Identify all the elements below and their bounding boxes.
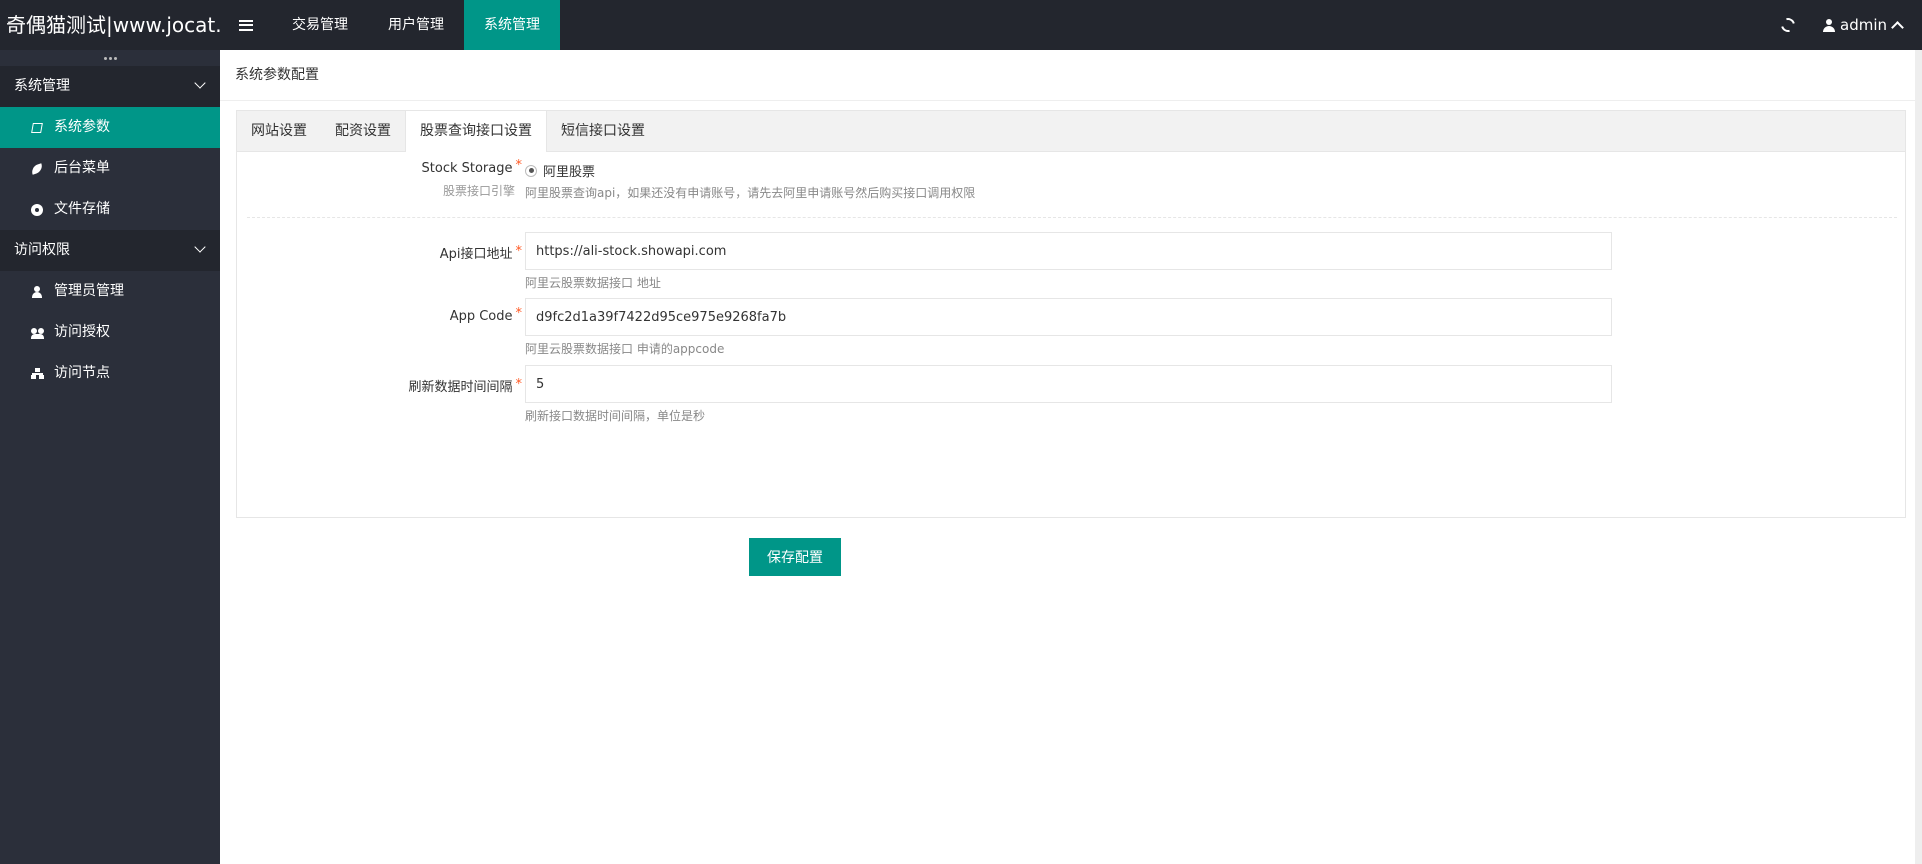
sidebar-group-system[interactable]: 系统管理 — [0, 66, 220, 107]
sidebar-item-system-params[interactable]: 系统参数 — [0, 107, 220, 148]
chevron-up-icon — [1891, 20, 1904, 34]
sidebar-group-label: 访问权限 — [14, 242, 70, 258]
storage-radio-ali[interactable]: 阿里股票 — [525, 161, 595, 180]
sidebar: 系统管理 系统参数 后台菜单 文件存储 访问权限 管理员管理 访问授权 访问节点 — [0, 50, 220, 864]
config-card: 网站设置 配资设置 股票查询接口设置 短信接口设置 Stock Storage *… — [236, 110, 1906, 518]
top-header: 奇偶猫测试|www.jocat.cn 交易管理 用户管理 系统管理 admin — [0, 0, 1922, 50]
refresh-icon — [1778, 15, 1798, 35]
app-code-label: App Code * — [449, 306, 523, 324]
menu-toggle-button[interactable] — [226, 0, 266, 50]
tab-sms-api-settings[interactable]: 短信接口设置 — [547, 111, 659, 151]
api-url-input[interactable] — [525, 232, 1612, 270]
sidebar-item-label: 访问节点 — [54, 365, 110, 381]
tab-margin-settings[interactable]: 配资设置 — [321, 111, 405, 151]
sidebar-group-access[interactable]: 访问权限 — [0, 230, 220, 271]
sidebar-collapse-handle[interactable] — [0, 50, 220, 66]
dot-circle-icon — [31, 204, 43, 216]
sidebar-item-label: 系统参数 — [54, 119, 110, 135]
app-code-input[interactable] — [525, 298, 1612, 336]
required-mark: * — [515, 158, 523, 173]
user-name: admin — [1840, 16, 1887, 34]
top-nav-item-users[interactable]: 用户管理 — [368, 0, 464, 50]
hamburger-icon — [239, 19, 253, 31]
header-right: admin — [1763, 0, 1922, 50]
chevron-down-icon — [194, 241, 206, 253]
sidebar-item-admin-users[interactable]: 管理员管理 — [0, 271, 220, 312]
api-url-help: 阿里云股票数据接口 地址 — [525, 276, 661, 290]
top-nav-item-trade[interactable]: 交易管理 — [272, 0, 368, 50]
storage-help: 阿里股票查询api，如果还没有申请账号，请先去阿里申请账号然后购买接口调用权限 — [525, 186, 976, 200]
user-menu[interactable]: admin — [1813, 0, 1922, 50]
user-icon — [1823, 18, 1835, 32]
sidebar-item-access-auth[interactable]: 访问授权 — [0, 312, 220, 353]
storage-option-label: 阿里股票 — [543, 165, 596, 180]
tab-site-settings[interactable]: 网站设置 — [237, 111, 321, 151]
top-nav: 交易管理 用户管理 系统管理 — [272, 0, 560, 50]
breadcrumb: 系统参数配置 — [220, 50, 1922, 101]
storage-label: Stock Storage * — [421, 158, 523, 176]
sidebar-item-label: 管理员管理 — [54, 283, 124, 299]
tab-bar: 网站设置 配资设置 股票查询接口设置 短信接口设置 — [237, 111, 1905, 152]
refresh-interval-label: 刷新数据时间间隔 * — [408, 377, 523, 395]
required-mark: * — [515, 244, 523, 259]
refresh-button[interactable] — [1763, 0, 1813, 50]
required-mark: * — [515, 377, 523, 392]
app-code-help: 阿里云股票数据接口 申请的appcode — [525, 342, 725, 356]
api-url-label: Api接口地址 * — [439, 244, 523, 262]
refresh-interval-input[interactable] — [525, 365, 1612, 403]
sidebar-item-admin-menu[interactable]: 后台菜单 — [0, 148, 220, 189]
sidebar-item-file-storage[interactable]: 文件存储 — [0, 189, 220, 230]
save-config-button[interactable]: 保存配置 — [749, 538, 841, 576]
user-icon — [31, 286, 43, 298]
storage-sublabel: 股票接口引擎 — [442, 184, 515, 198]
site-logo[interactable]: 奇偶猫测试|www.jocat.cn — [0, 0, 220, 50]
refresh-interval-help: 刷新接口数据时间间隔，单位是秒 — [525, 409, 706, 423]
sidebar-item-label: 访问授权 — [54, 324, 110, 340]
form-divider — [247, 217, 1897, 218]
users-icon — [31, 327, 44, 339]
main-content: 系统参数配置 网站设置 配资设置 股票查询接口设置 短信接口设置 Stock S… — [220, 50, 1922, 864]
sidebar-item-label: 文件存储 — [54, 201, 110, 217]
scrollbar[interactable] — [1915, 50, 1922, 864]
required-mark: * — [515, 306, 523, 321]
sidebar-item-access-nodes[interactable]: 访问节点 — [0, 353, 220, 394]
ban-icon — [31, 122, 43, 134]
chevron-down-icon — [194, 77, 206, 89]
leaf-icon — [31, 163, 43, 175]
sitemap-icon — [31, 368, 43, 380]
sidebar-group-label: 系统管理 — [14, 78, 70, 94]
sidebar-item-label: 后台菜单 — [54, 160, 110, 176]
radio-checked-icon — [525, 164, 537, 177]
tab-stock-api-settings[interactable]: 股票查询接口设置 — [405, 111, 547, 152]
top-nav-item-system[interactable]: 系统管理 — [464, 0, 560, 50]
